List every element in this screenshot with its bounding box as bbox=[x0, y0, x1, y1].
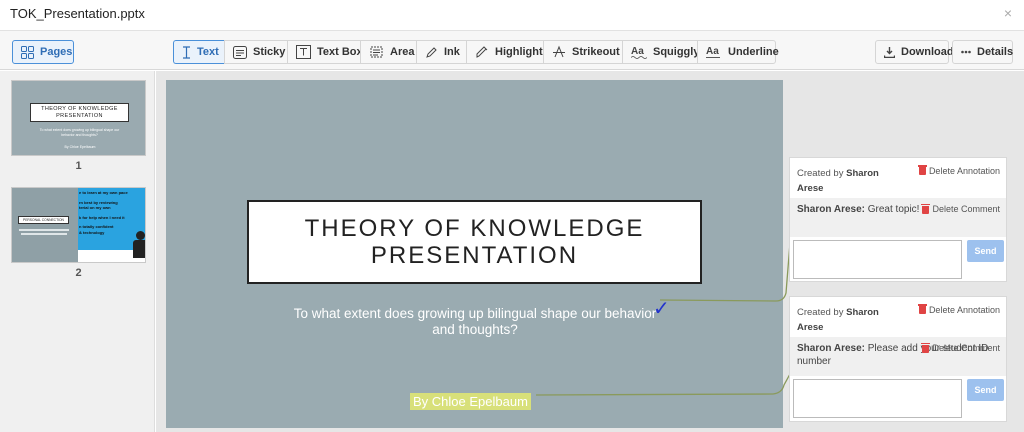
strikeout-tool-button[interactable]: Strikeout bbox=[543, 40, 622, 64]
download-icon bbox=[884, 46, 895, 58]
grid-icon bbox=[21, 45, 34, 59]
annotation-creator: Created by Sharon Arese bbox=[797, 305, 907, 335]
delete-comment-label: Delete Comment bbox=[932, 343, 1000, 353]
thumbnail-2-line: e to learn at my own pace bbox=[79, 190, 128, 195]
comment-author: Sharon Arese: bbox=[797, 204, 865, 215]
trash-icon bbox=[917, 165, 927, 175]
thumbnail-2-figure-body bbox=[133, 240, 145, 258]
thumbnail-2-left-panel bbox=[12, 188, 78, 262]
comment-text: Great topic! bbox=[867, 204, 920, 215]
created-by-prefix: Created by bbox=[797, 168, 844, 179]
page-number-1: 1 bbox=[75, 160, 82, 172]
sticky-tool-label: Sticky bbox=[253, 46, 286, 58]
delete-comment-button[interactable]: Delete Comment bbox=[921, 342, 1000, 355]
svg-text:Aa: Aa bbox=[631, 46, 644, 57]
thumbnail-1-author: By Chloe Epelbaum bbox=[64, 145, 96, 149]
annotation-toolbar: Pages Text Sticky Text Box Area Ink High… bbox=[0, 30, 1024, 70]
text-cursor-icon bbox=[182, 45, 191, 59]
reply-input[interactable] bbox=[793, 379, 962, 418]
more-dots-icon bbox=[961, 50, 971, 54]
pages-label: Pages bbox=[40, 46, 73, 58]
page-thumbnail-1[interactable]: THEORY OF KNOWLEDGE PRESENTATION To what… bbox=[11, 80, 146, 156]
squiggly-tool-button[interactable]: Aa Squiggly bbox=[622, 40, 700, 64]
thumbnail-1-title: THEORY OF KNOWLEDGE PRESENTATION bbox=[30, 103, 129, 122]
sticky-tool-button[interactable]: Sticky bbox=[224, 40, 287, 64]
details-label: Details bbox=[977, 46, 1014, 58]
check-annotation-icon[interactable]: ✓ bbox=[653, 296, 670, 321]
delete-comment-label: Delete Comment bbox=[932, 204, 1000, 214]
send-button[interactable]: Send bbox=[967, 379, 1004, 401]
annotation-card-1: Created by Sharon Arese Delete Annotatio… bbox=[789, 157, 1007, 282]
download-button[interactable]: Download bbox=[875, 40, 954, 64]
page-number-2: 2 bbox=[75, 267, 82, 279]
text-box-tool-label: Text Box bbox=[317, 46, 363, 58]
delete-annotation-label: Delete Annotation bbox=[928, 166, 1000, 176]
squiggly-tool-label: Squiggly bbox=[653, 46, 700, 58]
underline-icon: Aa bbox=[706, 45, 722, 59]
send-button[interactable]: Send bbox=[967, 240, 1004, 262]
trash-icon bbox=[921, 203, 931, 214]
pages-button[interactable]: Pages bbox=[12, 40, 74, 64]
delete-annotation-button[interactable]: Delete Annotation bbox=[917, 304, 1000, 315]
trash-icon bbox=[921, 342, 931, 353]
reply-input[interactable] bbox=[793, 240, 962, 279]
close-icon[interactable]: × bbox=[1004, 5, 1012, 21]
comment-item: Sharon Arese: Please add your student ID… bbox=[790, 337, 1006, 376]
document-title: TOK_Presentation.pptx bbox=[10, 6, 145, 21]
ink-tool-label: Ink bbox=[444, 46, 460, 58]
area-tool-button[interactable]: Area bbox=[360, 40, 416, 64]
delete-comment-button[interactable]: Delete Comment bbox=[921, 203, 1000, 216]
text-box-tool-button[interactable]: Text Box bbox=[287, 40, 363, 64]
pen-icon bbox=[425, 46, 438, 59]
annotation-creator: Created by Sharon Arese bbox=[797, 166, 907, 196]
thumbnail-2-text-line bbox=[19, 229, 69, 231]
delete-annotation-button[interactable]: Delete Annotation bbox=[917, 165, 1000, 176]
highlighter-icon bbox=[475, 45, 489, 59]
slide-title: THEORY OF KNOWLEDGE PRESENTATION bbox=[247, 200, 702, 284]
slide-page[interactable]: THEORY OF KNOWLEDGE PRESENTATION To what… bbox=[166, 80, 783, 428]
underline-tool-button[interactable]: Aa Underline bbox=[697, 40, 779, 64]
thumbnail-2-line: terial on my own bbox=[79, 205, 111, 211]
page-thumbnail-2[interactable]: PERSONAL CONNECTION e to learn at my own… bbox=[11, 187, 146, 263]
text-box-icon bbox=[296, 45, 311, 59]
underline-tool-label: Underline bbox=[728, 46, 779, 58]
text-tool-label: Text bbox=[197, 46, 219, 58]
thumbnail-2-figure-head bbox=[136, 231, 145, 240]
thumbnail-2-heading: PERSONAL CONNECTION bbox=[18, 216, 69, 224]
download-label: Download bbox=[901, 46, 954, 58]
highlighted-author-text[interactable]: By Chloe Epelbaum bbox=[410, 393, 531, 410]
comment-item: Sharon Arese: Great topic! Delete Commen… bbox=[790, 198, 1006, 237]
thumbnail-2-line: k for help when I need it bbox=[79, 214, 125, 220]
strikeout-tool-label: Strikeout bbox=[572, 46, 620, 58]
svg-text:Aa: Aa bbox=[706, 46, 719, 57]
slide-subtitle: To what extent does growing up bilingual… bbox=[293, 306, 657, 337]
thumbnail-2-bullets: e to learn at my own pace rn best by rev… bbox=[79, 190, 145, 236]
thumbnail-1-subtitle: To what extent does growing up bilingual… bbox=[39, 128, 120, 137]
document-viewer: THEORY OF KNOWLEDGE PRESENTATION To what… bbox=[156, 71, 1024, 432]
annotation-card-2: Created by Sharon Arese Delete Annotatio… bbox=[789, 296, 1007, 422]
trash-icon bbox=[917, 304, 927, 314]
title-bar: TOK_Presentation.pptx × bbox=[0, 0, 1024, 30]
highlight-tool-label: Highlight bbox=[495, 46, 543, 58]
squiggly-icon: Aa bbox=[631, 45, 647, 59]
highlight-tool-button[interactable]: Highlight bbox=[466, 40, 543, 64]
thumbnail-2-text-line bbox=[21, 233, 67, 235]
comment-author: Sharon Arese: bbox=[797, 343, 865, 354]
ink-tool-button[interactable]: Ink bbox=[416, 40, 466, 64]
details-button[interactable]: Details bbox=[952, 40, 1013, 64]
delete-annotation-label: Delete Annotation bbox=[928, 305, 1000, 315]
area-tool-label: Area bbox=[390, 46, 415, 58]
page-thumbnails-panel: THEORY OF KNOWLEDGE PRESENTATION To what… bbox=[0, 71, 155, 432]
area-icon bbox=[369, 45, 384, 59]
created-by-prefix: Created by bbox=[797, 307, 844, 318]
text-tool-button[interactable]: Text bbox=[173, 40, 224, 64]
sticky-note-icon bbox=[233, 45, 247, 59]
strikeout-icon bbox=[552, 45, 566, 59]
